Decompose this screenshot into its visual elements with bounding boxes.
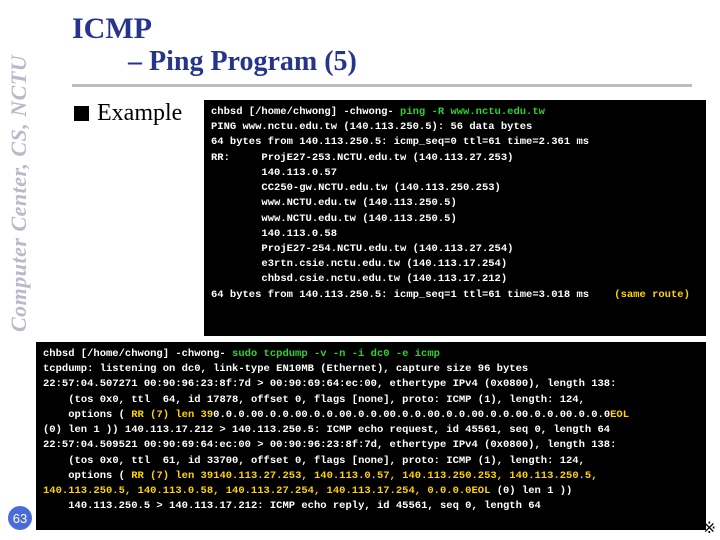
- tcpdump-line: (0) len 1 )) 140.113.17.212 > 140.113.25…: [43, 424, 610, 436]
- ping-line: PING www.nctu.edu.tw (140.113.250.5): 56…: [211, 121, 532, 133]
- bullet-text: Example: [97, 100, 182, 127]
- tcpdump-line: (0) len 1 )): [490, 485, 572, 497]
- terminal-ping: chbsd [/home/chwong] -chwong- ping -R ww…: [204, 100, 706, 336]
- bullet-icon: [74, 106, 89, 121]
- prompt: chbsd [/home/chwong] -chwong-: [211, 106, 400, 118]
- ping-line: CC250-gw.NCTU.edu.tw (140.113.250.253): [211, 182, 501, 194]
- title-line2: – Ping Program (5): [128, 46, 357, 78]
- eol-label: EOL: [610, 409, 629, 421]
- ping-line: 64 bytes from 140.113.250.5: icmp_seq=1 …: [211, 289, 589, 301]
- ping-line: RR: ProjE27-253.NCTU.edu.tw (140.113.27.…: [211, 152, 513, 164]
- rr-option: RR (7) len 39: [131, 409, 213, 421]
- ping-line: e3rtn.csie.nctu.edu.tw (140.113.17.254): [211, 258, 507, 270]
- tcpdump-line: (tos 0x0, ttl 61, id 33700, offset 0, fl…: [43, 455, 585, 467]
- tcpdump-line: options (: [43, 409, 131, 421]
- route-addresses: 140.113.250.5, 140.113.0.58, 140.113.27.…: [43, 485, 471, 497]
- reference-mark-icon: ※: [703, 518, 716, 538]
- ping-line: ProjE27-254.NCTU.edu.tw (140.113.27.254): [211, 243, 513, 255]
- tcpdump-line: 0.0.0.00.0.0.00.0.0.00.0.0.00.0.0.00.0.0…: [213, 409, 610, 421]
- tcpdump-line: 22:57:04.507271 00:90:96:23:8f:7d > 00:9…: [43, 378, 616, 390]
- same-route-label: (same route): [589, 289, 690, 301]
- tcpdump-line: (tos 0x0, ttl 64, id 17878, offset 0, fl…: [43, 394, 585, 406]
- tcpdump-line: tcpdump: listening on dc0, link-type EN1…: [43, 363, 528, 375]
- tcpdump-command: sudo tcpdump -v -n -i dc0 -e icmp: [232, 348, 440, 360]
- tcpdump-line: 140.113.250.5 > 140.113.17.212: ICMP ech…: [43, 500, 541, 512]
- ping-line: 140.113.0.58: [211, 228, 337, 240]
- ping-line: chbsd.csie.nctu.edu.tw (140.113.17.212): [211, 273, 507, 285]
- tcpdump-line: 22:57:04.509521 00:90:69:64:ec:00 > 00:9…: [43, 439, 616, 451]
- ping-line: www.NCTU.edu.tw (140.113.250.5): [211, 197, 457, 209]
- ping-line: www.NCTU.edu.tw (140.113.250.5): [211, 213, 457, 225]
- bullet-row: Example: [74, 100, 182, 127]
- tcpdump-line: options (: [43, 470, 131, 482]
- page-number: 63: [8, 506, 32, 530]
- rr-option: RR (7) len 39: [131, 470, 213, 482]
- ping-line: 140.113.0.57: [211, 167, 337, 179]
- title-underline: [72, 84, 692, 87]
- prompt: chbsd [/home/chwong] -chwong-: [43, 348, 232, 360]
- eol-label: EOL: [471, 485, 490, 497]
- sidebar-label: Computer Center, CS, NCTU: [6, 2, 32, 332]
- route-addresses: 140.113.27.253, 140.113.0.57, 140.113.25…: [213, 470, 597, 482]
- slide-title: ICMP – Ping Program (5): [72, 12, 357, 78]
- title-line1: ICMP: [72, 12, 357, 46]
- terminal-tcpdump: chbsd [/home/chwong] -chwong- sudo tcpdu…: [36, 342, 706, 530]
- ping-line: 64 bytes from 140.113.250.5: icmp_seq=0 …: [211, 136, 589, 148]
- ping-command: ping -R www.nctu.edu.tw: [400, 106, 545, 118]
